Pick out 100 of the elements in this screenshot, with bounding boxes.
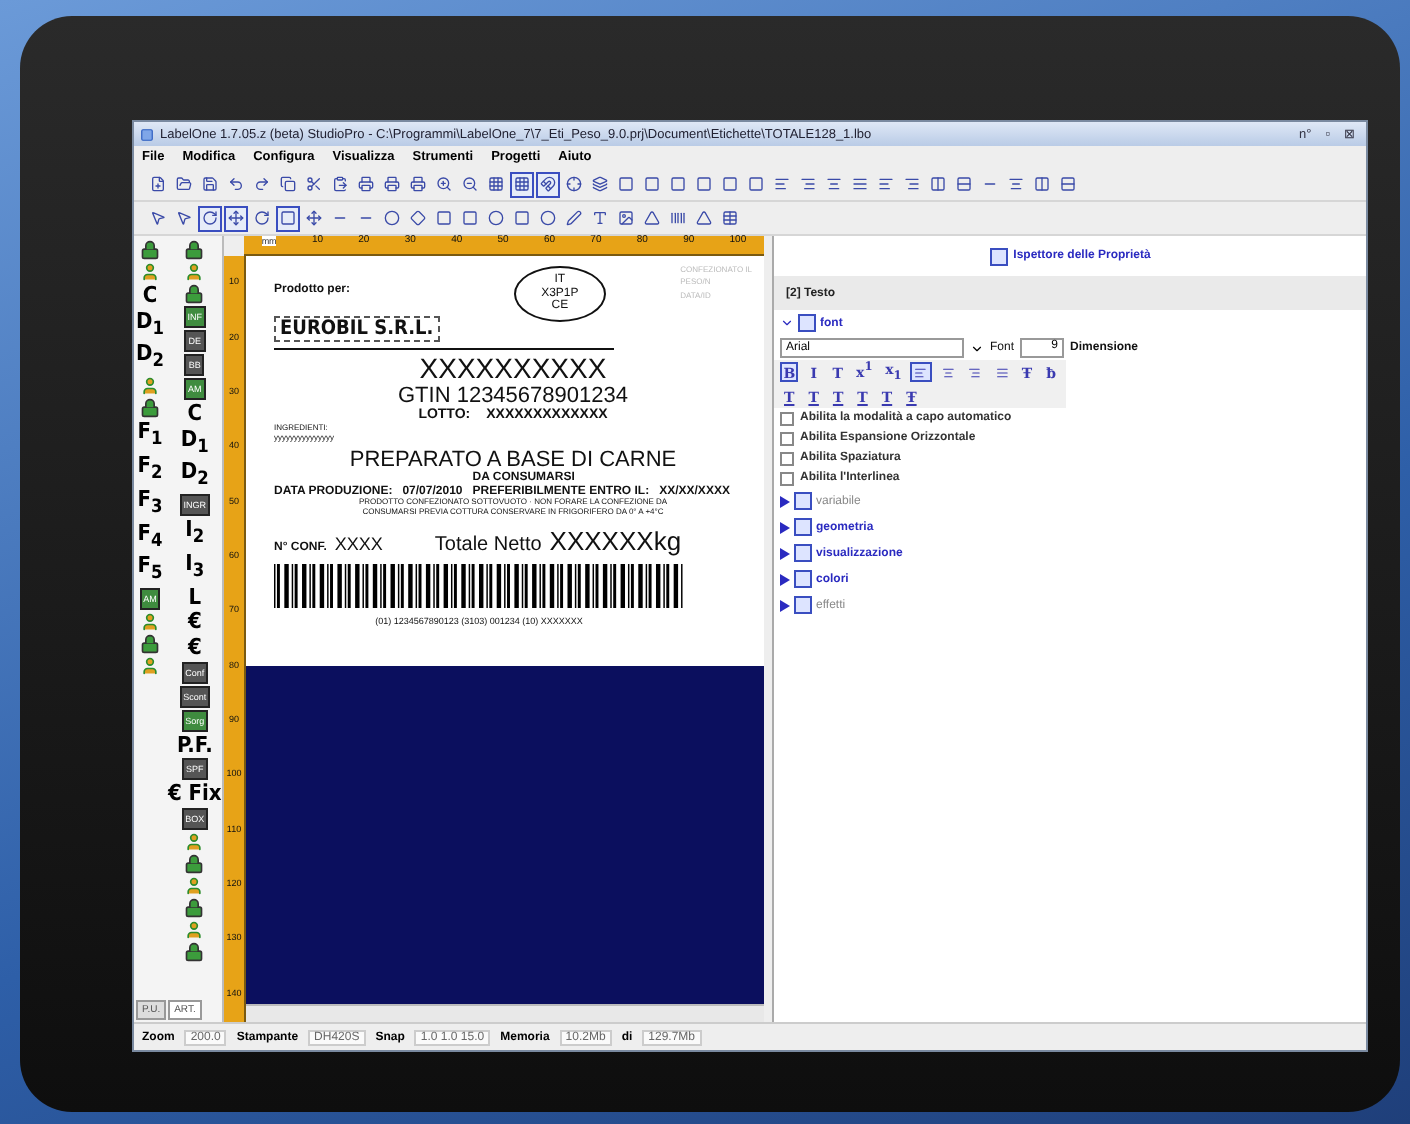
- toolbar-button[interactable]: [1030, 171, 1054, 197]
- person-icon[interactable]: [184, 875, 205, 896]
- palette-item[interactable]: F$_{4}$: [137, 521, 163, 553]
- align-button[interactable]: [910, 362, 932, 382]
- redo-icon: [254, 176, 270, 192]
- palette-item[interactable]: L: [188, 585, 202, 609]
- toolbar-button[interactable]: [484, 205, 508, 231]
- toolbar-button[interactable]: [458, 205, 482, 231]
- palette-item[interactable]: F$_{2}$: [137, 453, 163, 486]
- toolbar-button[interactable]: [718, 171, 742, 197]
- toolbar-button[interactable]: [640, 205, 664, 231]
- toolbar-button[interactable]: [380, 171, 404, 197]
- toolbar-button[interactable]: [510, 171, 534, 197]
- person-icon[interactable]: [184, 262, 205, 282]
- toolbar-button[interactable]: [198, 171, 222, 197]
- palette-item[interactable]: F$_{1}$: [137, 420, 163, 452]
- toolbar-button[interactable]: [380, 205, 404, 231]
- palette-item[interactable]: I$_{2}$: [185, 518, 205, 550]
- square-icon: [722, 176, 738, 192]
- toolbar-button[interactable]: [276, 171, 300, 197]
- product-name: PREPARATO A BASE DI CARNE: [349, 447, 677, 472]
- layers-icon: [592, 176, 608, 192]
- toolbar-button[interactable]: [952, 171, 976, 197]
- toolbar-button[interactable]: [536, 171, 560, 197]
- toolbar-button[interactable]: [250, 205, 274, 231]
- palette-item[interactable]: I$_{3}$: [185, 551, 205, 584]
- align-justify-icon: [852, 176, 868, 192]
- toolbar-button[interactable]: [926, 171, 950, 197]
- palette-item[interactable]: F$_{5}$: [137, 554, 163, 587]
- align-icon: [941, 365, 955, 379]
- toolbar-button[interactable]: [146, 171, 170, 197]
- toolbar-button[interactable]: [718, 205, 742, 231]
- barcode-icon: [670, 210, 686, 226]
- move-icon: [306, 210, 322, 226]
- product-code: XXXXXXXXXX: [419, 354, 607, 385]
- toolbar-button[interactable]: [328, 171, 352, 197]
- toolbar-button[interactable]: [588, 171, 612, 197]
- toolbar-button[interactable]: [276, 205, 300, 231]
- toolbar-button[interactable]: [302, 205, 326, 231]
- toolbar-button[interactable]: [692, 205, 716, 231]
- columns-icon: [1034, 176, 1050, 192]
- toolbar-button[interactable]: [302, 171, 326, 197]
- person-icon[interactable]: [184, 919, 205, 940]
- toolbar-button[interactable]: [640, 171, 664, 197]
- checkbox[interactable]: [780, 471, 794, 485]
- person-icon[interactable]: [139, 262, 160, 282]
- toolbar-button[interactable]: [614, 205, 638, 231]
- person-icon[interactable]: [139, 376, 160, 397]
- undo-icon: [228, 176, 244, 192]
- toolbar-button[interactable]: [666, 171, 690, 197]
- badge-icon: [989, 247, 1008, 265]
- circle-icon: [488, 210, 504, 226]
- toolbar-button[interactable]: [354, 171, 378, 197]
- palette-item[interactable]: F$_{3}$: [137, 487, 163, 519]
- person-icon[interactable]: [139, 656, 160, 677]
- toolbar-button[interactable]: [1056, 171, 1080, 197]
- toolbar-button[interactable]: [224, 205, 248, 231]
- toolbar-button[interactable]: [406, 171, 430, 197]
- horizontal-scrollbar[interactable]: [246, 1004, 764, 1022]
- toolbar-button[interactable]: [692, 171, 716, 197]
- palette-item[interactable]: C: [142, 284, 158, 308]
- printer-icon: [410, 176, 426, 192]
- palette-item[interactable]: €: [187, 610, 202, 634]
- palette-item[interactable]: D$_{2}$: [136, 342, 164, 375]
- toolbar-button[interactable]: [536, 205, 560, 231]
- palette-item[interactable]: D$_{1}$: [180, 427, 209, 459]
- dropdown-icon[interactable]: [970, 341, 984, 355]
- checkbox[interactable]: [780, 431, 794, 445]
- checkbox[interactable]: [780, 451, 794, 465]
- rotate-icon: [254, 210, 270, 226]
- toolbar-button[interactable]: [562, 205, 586, 231]
- checkbox[interactable]: [780, 411, 794, 425]
- toolbar-button[interactable]: [510, 205, 534, 231]
- toolbar-button[interactable]: [614, 171, 638, 197]
- toolbar-button[interactable]: [198, 205, 222, 231]
- zoom-out-icon: [462, 176, 478, 192]
- toolbar-button[interactable]: [432, 205, 456, 231]
- toolbar-button[interactable]: [744, 171, 768, 197]
- align-right-icon: [904, 176, 920, 192]
- square-icon: [644, 176, 660, 192]
- person-icon[interactable]: [184, 831, 205, 852]
- palette-item[interactable]: € Fix: [167, 782, 222, 806]
- collapse-icon: [780, 521, 790, 533]
- toolbar-button[interactable]: [406, 205, 430, 231]
- align-icon: [914, 365, 928, 379]
- badge-icon: [798, 314, 816, 332]
- palette-item[interactable]: D$_{2}$: [180, 460, 209, 493]
- palette-item[interactable]: P.F.: [176, 733, 213, 757]
- app-icon: [140, 127, 154, 141]
- palette-item[interactable]: C: [187, 402, 203, 426]
- scissors-icon: [306, 176, 322, 192]
- folder-icon: [176, 176, 192, 192]
- pieces-value: XXXX: [334, 535, 383, 556]
- move-icon: [228, 210, 244, 226]
- person-icon[interactable]: [139, 612, 160, 633]
- palette-item[interactable]: D$_{1}$: [136, 309, 164, 341]
- columns-icon: [930, 176, 946, 192]
- toolbar-button[interactable]: [484, 171, 508, 197]
- toolbar-button[interactable]: [562, 171, 586, 197]
- palette-item[interactable]: €: [187, 635, 202, 659]
